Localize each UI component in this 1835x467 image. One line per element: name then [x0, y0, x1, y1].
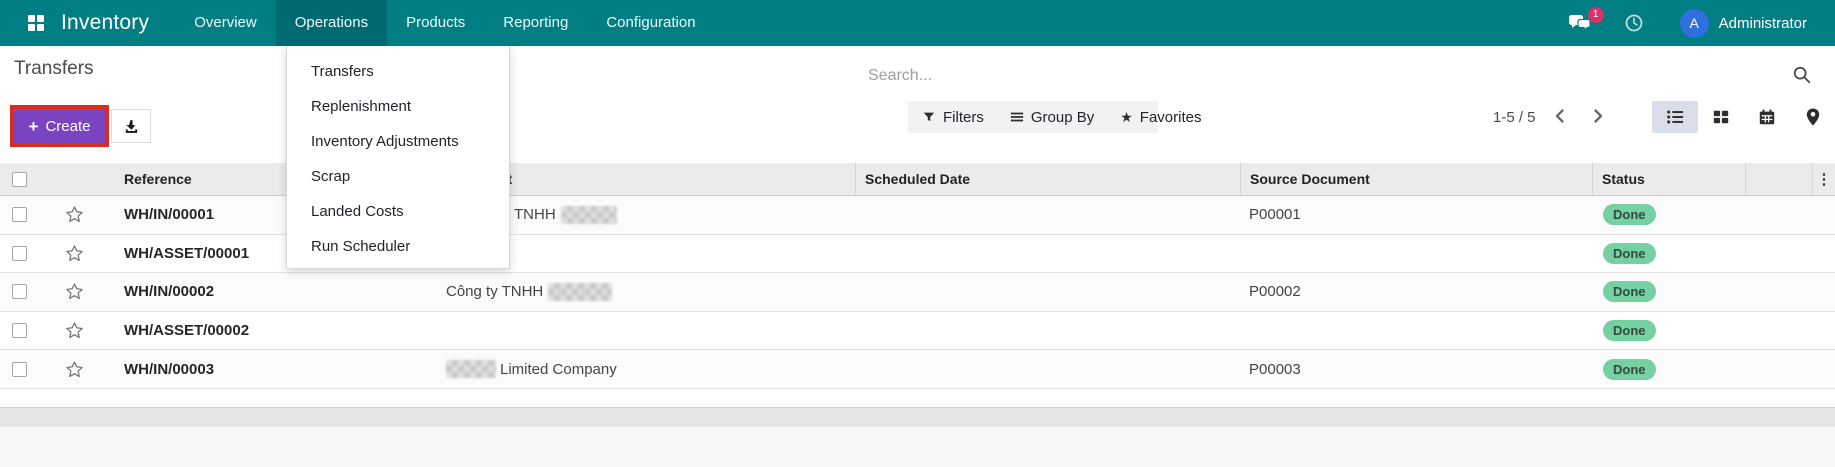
column-header-spacer — [1745, 163, 1812, 195]
clock-icon — [1625, 14, 1643, 32]
search-input[interactable] — [860, 60, 1760, 92]
page-title: Transfers — [14, 58, 94, 79]
filters-button[interactable]: Filters — [922, 109, 984, 126]
menu-item-inventory-adjustments[interactable]: Inventory Adjustments — [287, 124, 509, 159]
star-icon — [1120, 109, 1133, 126]
group-by-lines-icon — [1010, 112, 1023, 122]
nav-item-operations[interactable]: Operations — [275, 0, 388, 46]
main-menu: Overview Operations Products Reporting C… — [175, 0, 714, 46]
table-row[interactable]: WH/IN/00002 Công ty TNHH P00002 Done — [0, 273, 1835, 312]
table-row[interactable]: WH/ASSET/00001 Done — [0, 234, 1835, 274]
table-body: WH/IN/00001 TNHH P00001 Done WH/ASSET/00… — [0, 196, 1835, 407]
redacted-text — [548, 282, 613, 301]
column-header-scheduled-date[interactable]: Scheduled Date — [855, 163, 1240, 195]
menu-item-run-scheduler[interactable]: Run Scheduler — [287, 229, 509, 264]
click-annotation-box: Create — [10, 105, 109, 147]
calendar-view-icon — [1759, 109, 1775, 125]
kanban-view-icon — [1713, 110, 1729, 124]
row-checkbox[interactable] — [12, 361, 27, 377]
menu-item-transfers[interactable]: Transfers — [287, 54, 509, 89]
nav-item-overview[interactable]: Overview — [175, 0, 276, 46]
status-badge: Done — [1603, 242, 1656, 264]
pager-range: 1-5 / 5 — [1493, 108, 1536, 126]
pager-previous-button[interactable] — [1546, 103, 1574, 131]
row-checkbox[interactable] — [12, 245, 27, 261]
chevron-right-icon — [1593, 108, 1602, 123]
redacted-text — [560, 205, 617, 224]
create-button[interactable]: Create — [14, 109, 105, 143]
favorite-star-icon[interactable] — [65, 282, 84, 301]
apps-menu-icon[interactable] — [28, 15, 44, 31]
optional-columns-button[interactable] — [1812, 163, 1835, 195]
ellipsis-vertical-icon — [1817, 170, 1832, 188]
calendar-view-button[interactable] — [1744, 101, 1790, 133]
download-icon — [125, 119, 137, 133]
messages-button[interactable]: 1 — [1568, 6, 1604, 33]
search-icon[interactable] — [1792, 65, 1812, 90]
pager: 1-5 / 5 — [1493, 101, 1612, 133]
table-row[interactable]: WH/ASSET/00002 Done — [0, 311, 1835, 351]
status-badge: Done — [1603, 204, 1656, 226]
row-checkbox[interactable] — [12, 207, 27, 223]
column-header-status[interactable]: Status — [1592, 163, 1745, 195]
nav-item-products[interactable]: Products — [387, 0, 484, 46]
table-header: Reference Contact Scheduled Date Source … — [0, 163, 1835, 196]
menu-item-scrap[interactable]: Scrap — [287, 159, 509, 194]
menu-item-replenishment[interactable]: Replenishment — [287, 89, 509, 124]
plus-icon — [29, 118, 46, 135]
column-header-source-document[interactable]: Source Document — [1240, 163, 1592, 195]
favorite-star-icon[interactable] — [65, 360, 84, 379]
group-by-button[interactable]: Group By — [1010, 109, 1094, 126]
control-panel: Transfers Create Filters — [0, 46, 1835, 163]
status-badge: Done — [1603, 320, 1656, 342]
redacted-text — [446, 360, 496, 379]
favorite-star-icon[interactable] — [65, 321, 84, 340]
status-badge: Done — [1603, 358, 1656, 380]
inventory-app-screen: Inventory Overview Operations Products R… — [0, 0, 1835, 467]
app-title[interactable]: Inventory — [61, 11, 149, 35]
operations-dropdown-menu: Transfers Replenishment Inventory Adjust… — [286, 46, 510, 269]
favorite-star-icon[interactable] — [65, 205, 84, 224]
table-row[interactable]: WH/IN/00001 TNHH P00001 Done — [0, 196, 1835, 235]
messages-count-badge: 1 — [1587, 6, 1604, 23]
topbar-right: 1 A Administrator — [1568, 0, 1835, 46]
user-avatar[interactable]: A — [1679, 8, 1709, 38]
search-bar — [860, 60, 1820, 92]
select-all-checkbox[interactable] — [12, 171, 27, 187]
favorites-button[interactable]: Favorites — [1120, 109, 1202, 126]
chevron-left-icon — [1555, 108, 1564, 123]
map-view-button[interactable] — [1790, 101, 1835, 133]
top-nav-bar: Inventory Overview Operations Products R… — [0, 0, 1835, 46]
export-button[interactable] — [111, 109, 151, 143]
table-footer — [0, 407, 1835, 427]
filter-funnel-icon — [923, 112, 935, 122]
row-checkbox[interactable] — [12, 284, 27, 300]
nav-item-configuration[interactable]: Configuration — [587, 0, 714, 46]
map-marker-icon — [1806, 108, 1820, 126]
status-badge: Done — [1603, 281, 1656, 303]
row-checkbox[interactable] — [12, 323, 27, 339]
nav-item-reporting[interactable]: Reporting — [484, 0, 587, 46]
kanban-view-button[interactable] — [1698, 101, 1744, 133]
pager-next-button[interactable] — [1584, 103, 1612, 131]
view-switcher — [1652, 101, 1835, 133]
filter-toolbar: Filters Group By Favorites — [908, 101, 1201, 133]
favorite-star-icon[interactable] — [65, 244, 84, 263]
table-row[interactable]: WH/IN/00003 Limited Company P00003 Done — [0, 350, 1835, 389]
favorite-column-header — [48, 163, 100, 195]
activities-button[interactable] — [1624, 13, 1644, 33]
user-name[interactable]: Administrator — [1719, 15, 1807, 32]
list-view-button[interactable] — [1652, 101, 1698, 133]
list-view-icon — [1667, 110, 1684, 124]
menu-item-landed-costs[interactable]: Landed Costs — [287, 194, 509, 229]
